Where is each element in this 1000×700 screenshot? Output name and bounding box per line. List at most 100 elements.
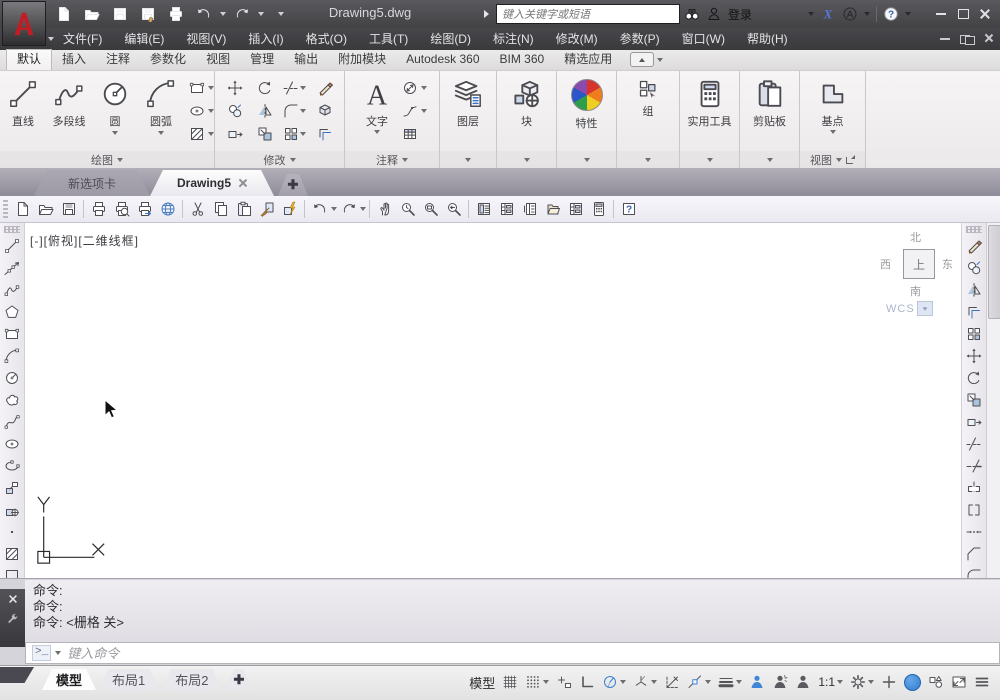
tb-plot-button[interactable] [87,198,110,220]
clipboard-button[interactable]: 剪贴板 [747,73,792,149]
vm-offset-button[interactable] [963,301,985,323]
utilities-panel-title[interactable] [680,151,739,168]
copy-button[interactable] [227,103,243,119]
ribbon-tab-parametric[interactable]: 参数化 [140,50,196,70]
qat-save-button[interactable] [108,3,132,25]
polyline-button[interactable]: 多段线 [47,73,92,149]
menu-window[interactable]: 窗口(W) [671,28,736,50]
viewcube-west-label[interactable]: 西 [880,256,891,272]
vt-hatch-button[interactable] [1,543,23,565]
vt-insert-block-button[interactable] [1,477,23,499]
vt-arc-button[interactable] [1,345,23,367]
vt-circle-button[interactable] [1,367,23,389]
scale-button[interactable] [257,126,273,142]
vt-revcloud-button[interactable] [1,389,23,411]
vm-extend-button[interactable] [963,455,985,477]
tb-pan-button[interactable] [373,198,396,220]
arc-button[interactable]: 圆弧 [139,73,184,149]
explode-button[interactable] [317,103,333,119]
menu-draw[interactable]: 绘图(D) [419,28,482,50]
ribbon-tab-home[interactable]: 默认 [6,49,53,70]
line-button[interactable]: 直线 [1,73,46,149]
help-search-box[interactable] [496,4,689,24]
tb-save-button[interactable] [57,198,80,220]
tb-3ddwf-button[interactable] [156,198,179,220]
doc-minimize-button[interactable] [934,30,956,48]
tb-open-button[interactable] [34,198,57,220]
command-properties-wrench-icon[interactable] [6,613,19,626]
command-input-row[interactable]: >_ [25,642,1000,664]
annotation-visibility-toggle[interactable] [749,674,765,690]
ribbon-tab-autodesk360[interactable]: Autodesk 360 [396,50,489,70]
rectangle-button[interactable] [189,78,214,98]
viewcube-east-label[interactable]: 东 [942,256,953,272]
vm-trim-button[interactable] [963,433,985,455]
utilities-button[interactable]: 实用工具 [681,73,739,149]
undo-dropdown-arrow-icon[interactable] [220,12,226,16]
lineweight-toggle[interactable] [718,674,743,690]
vm-mirror-button[interactable] [963,279,985,301]
clipboard-panel-title[interactable] [740,151,799,168]
tb-preview-button[interactable] [110,198,133,220]
redo-dropdown-arrow-icon[interactable] [258,12,264,16]
tb-copy-button[interactable] [209,198,232,220]
properties-panel-title[interactable] [557,151,616,168]
layers-panel-title[interactable] [440,151,496,168]
tb-sheetset-button[interactable] [541,198,564,220]
grid-display-toggle[interactable] [502,674,518,690]
qat-open-button[interactable] [80,3,104,25]
search-expand-arrow-icon[interactable] [484,10,489,18]
vm-copy-button[interactable] [963,257,985,279]
tb-designcenter-button[interactable] [495,198,518,220]
tb-help-button[interactable] [617,198,640,220]
tb-new-button[interactable] [11,198,34,220]
workspace-switching-button[interactable] [850,674,874,690]
qat-redo-button[interactable] [230,3,254,25]
ortho-mode-toggle[interactable] [579,674,595,690]
minimize-button[interactable] [930,5,952,23]
tb-zoom-previous-button[interactable] [442,198,465,220]
annotation-scale-button[interactable] [795,674,811,690]
close-button[interactable] [974,5,996,23]
tb-zoom-realtime-button[interactable] [396,198,419,220]
menu-insert[interactable]: 插入(I) [237,28,294,50]
menu-edit[interactable]: 编辑(E) [113,28,175,50]
vm-join-button[interactable] [963,521,985,543]
stretch-button[interactable] [227,126,243,142]
tb-publish-button[interactable] [133,198,156,220]
scale-dropdown-arrow-icon[interactable] [837,680,843,684]
ribbon-tab-output[interactable]: 输出 [284,50,328,70]
menu-view[interactable]: 视图(V) [175,28,237,50]
vt-ellipse-arc-button[interactable] [1,455,23,477]
command-recent-arrow-icon[interactable] [55,651,62,655]
viewcube[interactable]: 北 西 上 东 南 WCS [872,229,958,333]
tb-redo-button[interactable] [337,198,360,220]
app-menu-button[interactable] [2,1,54,46]
annotation-autoscale-toggle[interactable] [772,674,788,690]
osnap-dropdown-arrow-icon[interactable] [705,680,712,684]
erase-button[interactable] [317,80,333,96]
vt-ellipse-button[interactable] [1,433,23,455]
layers-button[interactable]: 图层 [446,73,491,149]
menu-modify[interactable]: 修改(M) [545,28,609,50]
new-layout-button[interactable]: ✚ [224,669,253,690]
ribbon-tab-insert[interactable]: 插入 [52,50,96,70]
iso-dropdown-arrow-icon[interactable] [651,680,658,684]
draw-panel-title[interactable]: 绘图 [0,151,214,168]
vt-rectangle-button[interactable] [1,323,23,345]
tb-paste-button[interactable] [232,198,255,220]
layout-tab-layout2[interactable]: 布局2 [161,669,222,690]
wcs-dropdown-box[interactable] [916,301,933,316]
vt-spline-button[interactable] [1,411,23,433]
sign-in-label[interactable]: 登录 [728,6,752,23]
ribbon-tab-view[interactable]: 视图 [196,50,240,70]
tb-blockeditor-button[interactable] [278,198,301,220]
snap-mode-toggle[interactable] [525,674,550,690]
mirror-button[interactable] [257,103,273,119]
viewcube-top-face[interactable]: 上 [903,249,935,279]
isometric-drafting-toggle[interactable] [633,674,658,690]
menu-help[interactable]: 帮助(H) [736,28,799,50]
vt-polygon-button[interactable] [1,301,23,323]
qat-plot-button[interactable] [164,3,188,25]
model-space-toggle[interactable]: 模型 [469,673,495,692]
